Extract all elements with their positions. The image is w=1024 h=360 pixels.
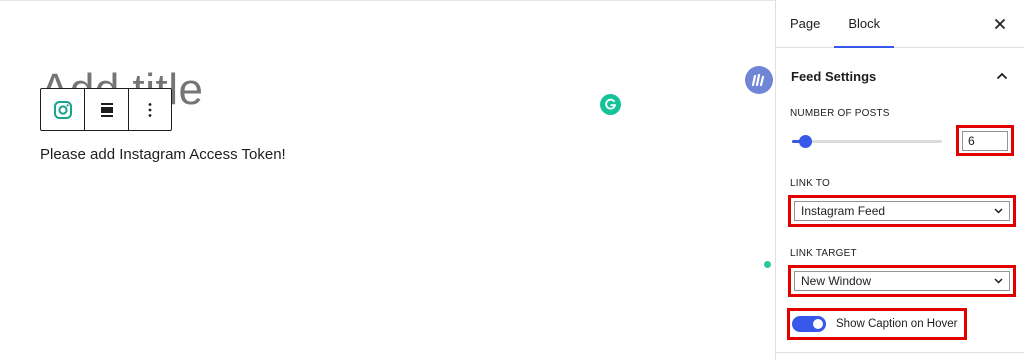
plugin-floating-button[interactable] bbox=[745, 66, 773, 94]
tab-block[interactable]: Block bbox=[834, 0, 894, 48]
panel-title: Feed Settings bbox=[791, 68, 877, 84]
grammarly-button[interactable] bbox=[600, 94, 621, 115]
tab-page[interactable]: Page bbox=[776, 0, 834, 47]
show-caption-label: Show Caption on Hover bbox=[836, 318, 958, 330]
highlight-number-box: 6 bbox=[956, 125, 1014, 156]
chevron-up-icon bbox=[996, 72, 1008, 80]
link-to-select[interactable]: Instagram Feed bbox=[794, 201, 1010, 221]
sidebar-tabs: Page Block bbox=[776, 0, 1024, 48]
feed-settings-header[interactable]: Feed Settings bbox=[776, 48, 1024, 104]
highlight-show-caption: Show Caption on Hover bbox=[787, 308, 967, 340]
status-dot bbox=[764, 261, 771, 268]
more-options-button[interactable] bbox=[127, 89, 171, 130]
toggle-knob bbox=[813, 319, 823, 329]
align-button[interactable] bbox=[84, 89, 127, 130]
close-sidebar-button[interactable] bbox=[990, 14, 1010, 34]
instagram-icon bbox=[53, 100, 72, 119]
link-to-value: Instagram Feed bbox=[801, 204, 886, 218]
number-of-posts-slider[interactable] bbox=[792, 135, 942, 148]
access-token-notice: Please add Instagram Access Token! bbox=[40, 146, 286, 163]
number-of-posts-input[interactable]: 6 bbox=[962, 131, 1008, 151]
highlight-link-target: New Window bbox=[788, 265, 1016, 297]
block-toolbar bbox=[40, 88, 172, 131]
link-target-select[interactable]: New Window bbox=[794, 271, 1010, 291]
link-target-value: New Window bbox=[801, 274, 872, 288]
settings-sidebar: Page Block Feed Settings NUMBER OF POSTS… bbox=[775, 0, 1024, 360]
chevron-down-icon bbox=[994, 208, 1003, 214]
editor-canvas: Add title Please add Instagram Access bbox=[0, 0, 775, 360]
block-type-button[interactable] bbox=[41, 89, 84, 130]
close-icon bbox=[994, 18, 1006, 30]
chevron-down-icon bbox=[994, 278, 1003, 284]
more-options-icon bbox=[148, 102, 152, 117]
grammarly-icon bbox=[605, 98, 617, 110]
slider-thumb[interactable] bbox=[799, 135, 812, 148]
show-caption-toggle[interactable] bbox=[792, 316, 826, 332]
link-target-label: LINK TARGET bbox=[790, 248, 857, 259]
number-of-posts-label: NUMBER OF POSTS bbox=[790, 108, 890, 119]
bars-icon bbox=[751, 73, 765, 87]
panel-divider bbox=[776, 352, 1024, 353]
highlight-link-to: Instagram Feed bbox=[788, 195, 1016, 227]
align-icon bbox=[100, 102, 113, 117]
link-to-label: LINK TO bbox=[790, 178, 830, 189]
